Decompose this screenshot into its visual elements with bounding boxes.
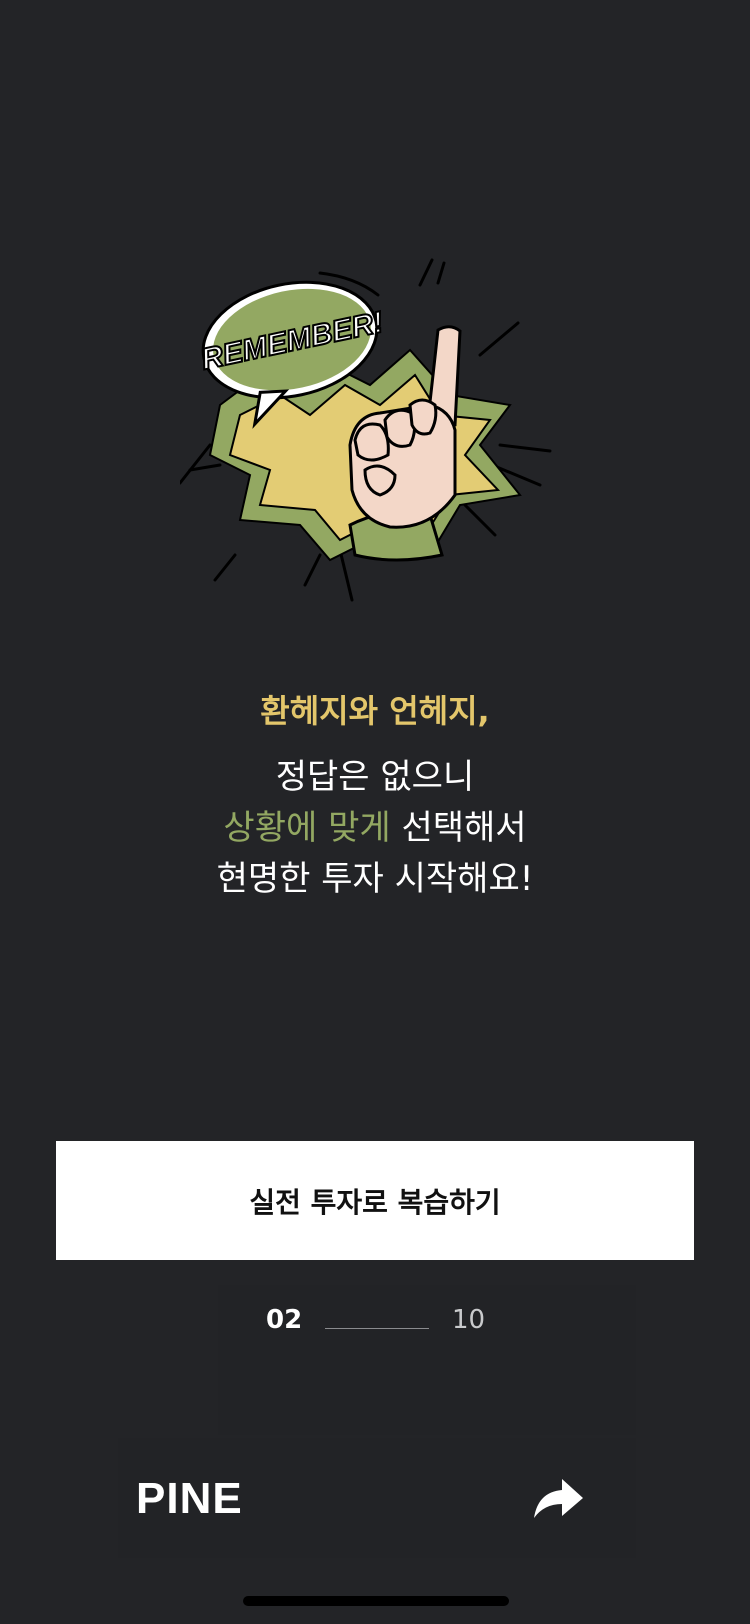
share-arrow-icon[interactable] [530,1474,586,1524]
brand-logo[interactable]: PINE [136,1474,243,1524]
page-total: 10 [452,1305,486,1335]
highlight-text: 상황에 맞게 [223,808,391,848]
remember-illustration: REMEMBER! [180,258,552,602]
page-divider [325,1328,429,1329]
footer-bar: PINE [118,1438,636,1558]
message-line-1: 정답은 없으니 [275,757,475,797]
card-screen: REMEMBER! 환헤지와 언헤지, 정답은 없으니 상황에 맞게 선택해서 … [0,0,750,1624]
page-current: 02 [266,1305,303,1335]
page-indicator: 02 10 [218,1285,636,1435]
headline: 환헤지와 언헤지, [260,692,490,730]
practice-invest-button[interactable]: 실전 투자로 복습하기 [56,1141,694,1260]
message-line-2: 상황에 맞게 선택해서 [0,803,750,854]
message-line-3: 현명한 투자 시작해요! [216,859,534,899]
message-line-2-rest: 선택해서 [390,808,527,848]
home-indicator [243,1596,509,1606]
message-block: 환헤지와 언헤지, 정답은 없으니 상황에 맞게 선택해서 현명한 투자 시작해… [0,690,750,905]
